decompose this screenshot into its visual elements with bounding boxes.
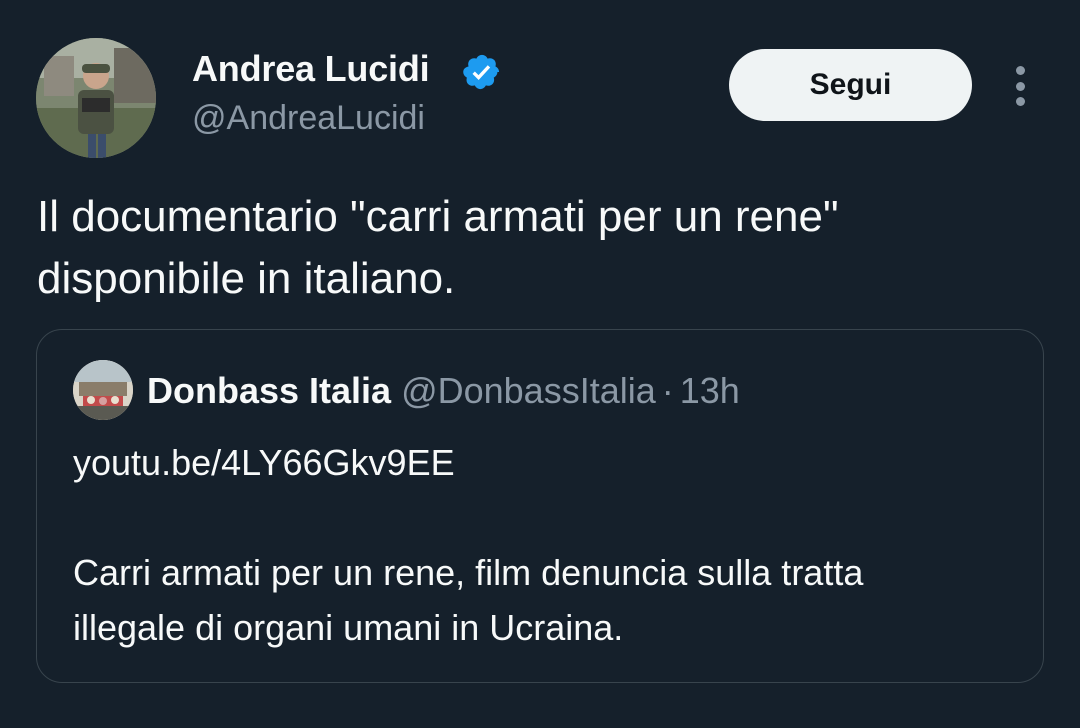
quote-body: Carri armati per un rene, film denuncia … <box>73 545 1013 655</box>
dot <box>1015 66 1025 75</box>
quote-author-avatar[interactable] <box>73 360 133 420</box>
tweet-text: Il documentario "carri armati per un ren… <box>37 186 1047 310</box>
quoted-tweet-card[interactable]: Donbass Italia @DonbassItalia · 13h youtu.b… <box>36 329 1044 683</box>
author-avatar[interactable] <box>36 38 156 158</box>
quote-timestamp[interactable]: 13h <box>680 370 740 411</box>
separator-dot: · <box>661 370 674 411</box>
quote-body-line: illegale di organi umani in Ucraina. <box>73 607 624 648</box>
author-handle[interactable]: @AndreaLucidi <box>192 99 425 138</box>
follow-button[interactable]: Segui <box>729 49 972 121</box>
avatar-photo-icon <box>36 38 156 158</box>
verified-badge-icon <box>463 54 500 90</box>
quote-author-name[interactable]: Donbass Italia <box>147 370 391 411</box>
quote-header: Donbass Italia @DonbassItalia · 13h <box>147 370 740 412</box>
tweet-text-line: Il documentario "carri armati per un ren… <box>37 192 839 241</box>
tweet-text-line: disponibile in italiano. <box>37 254 456 303</box>
avatar-photo-icon <box>73 360 133 420</box>
author-name[interactable]: Andrea Lucidi <box>192 48 430 90</box>
dot <box>1015 81 1025 91</box>
quote-author-handle[interactable]: @DonbassItalia <box>401 370 656 411</box>
quote-link[interactable]: youtu.be/4LY66Gkv9EE <box>73 442 455 484</box>
more-options-icon[interactable] <box>1004 62 1036 110</box>
quote-body-line: Carri armati per un rene, film denuncia … <box>73 552 864 593</box>
dot <box>1015 97 1025 106</box>
